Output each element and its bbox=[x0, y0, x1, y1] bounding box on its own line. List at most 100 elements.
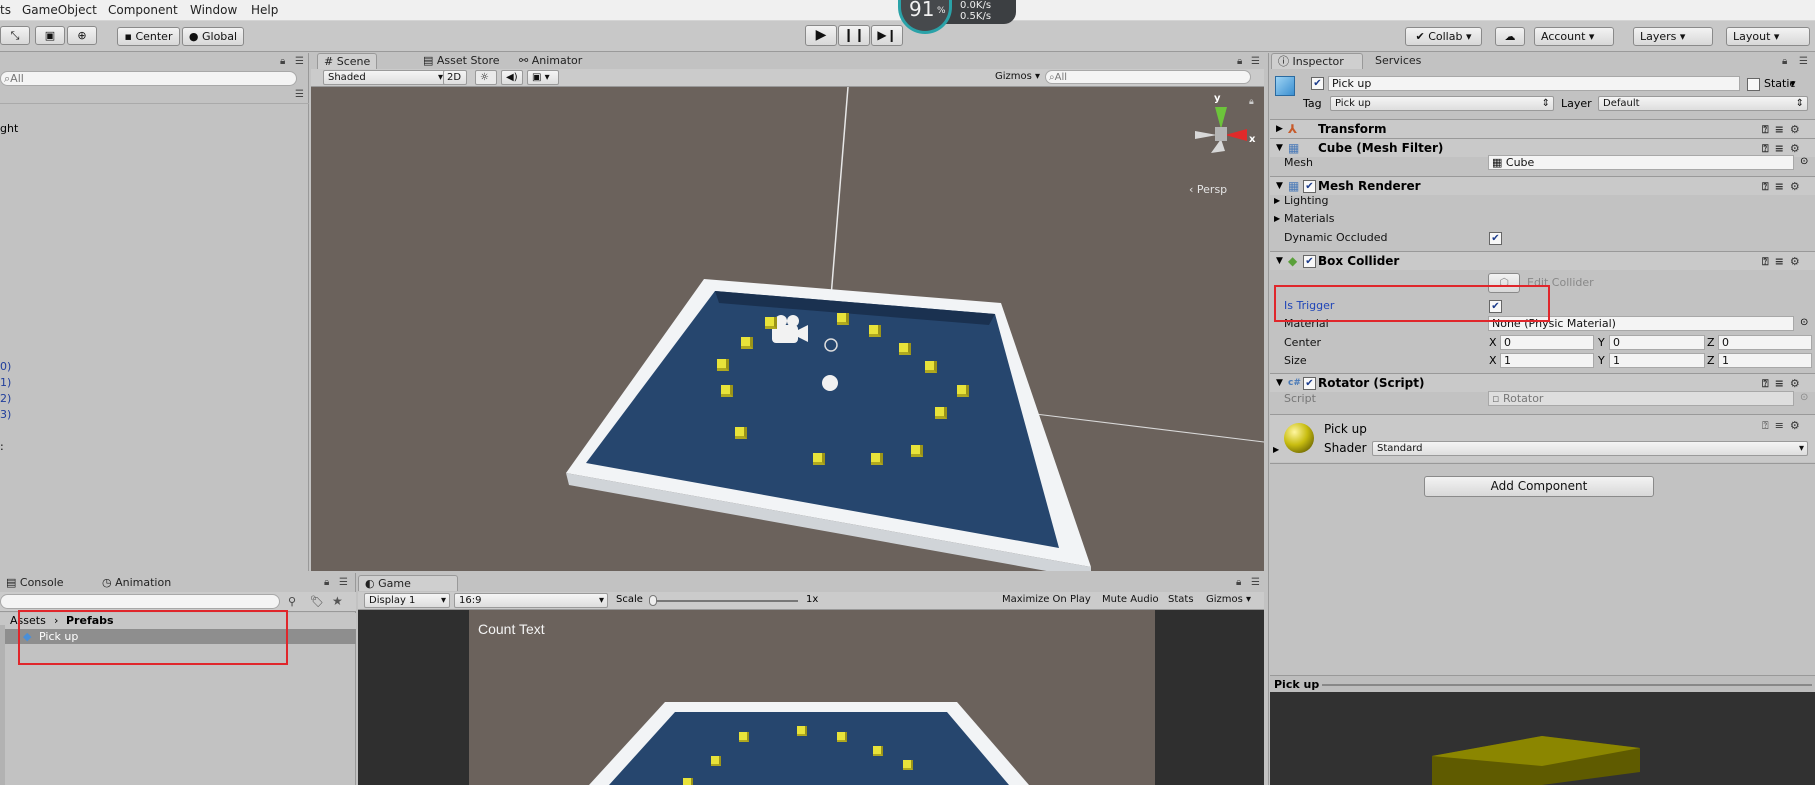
tab-animation[interactable]: ◷ Animation bbox=[96, 575, 177, 591]
foldout-right-icon[interactable]: ▶ bbox=[1276, 120, 1283, 138]
foldout-down-icon[interactable]: ▼ bbox=[1276, 252, 1283, 270]
pause-button[interactable]: ❙❙ bbox=[838, 25, 870, 46]
pickup-cube[interactable] bbox=[837, 313, 849, 325]
maximize-on-play-toggle[interactable]: Maximize On Play bbox=[998, 593, 1096, 608]
game-lock-icon[interactable]: 🔒︎ bbox=[1236, 577, 1241, 588]
pickup-cube[interactable] bbox=[721, 385, 733, 397]
filter-label-icon[interactable]: 🏷︎ bbox=[310, 595, 324, 608]
rotator-enabled-checkbox[interactable]: ✔ bbox=[1303, 377, 1316, 390]
size-z-field[interactable]: 1 bbox=[1718, 353, 1812, 368]
lighting-toggle-icon[interactable]: ☼ bbox=[475, 70, 497, 85]
scale-slider-handle[interactable] bbox=[649, 595, 657, 606]
game-viewport[interactable]: Count Text bbox=[469, 610, 1155, 785]
box-collider-enabled-checkbox[interactable]: ✔ bbox=[1303, 255, 1316, 268]
pickup-cube[interactable] bbox=[717, 359, 729, 371]
collab-dropdown[interactable]: ✔ Collab ▾ bbox=[1405, 27, 1482, 46]
pickup-cube[interactable] bbox=[735, 427, 747, 439]
hierarchy-item-1[interactable]: 1) bbox=[0, 376, 11, 389]
material-header-icons[interactable]: ⍰≡⚙ bbox=[1762, 419, 1806, 433]
inspector-lock-icon[interactable]: 🔒︎ bbox=[1782, 56, 1787, 67]
audio-toggle-icon[interactable]: ◀) bbox=[501, 70, 523, 85]
scene-gizmos-dropdown[interactable]: Gizmos ▾ bbox=[991, 70, 1043, 85]
pickup-cube[interactable] bbox=[957, 385, 969, 397]
project-search[interactable] bbox=[0, 594, 280, 609]
hierarchy-menu-icon[interactable]: ☰ bbox=[295, 89, 304, 100]
scene-lock-icon[interactable]: 🔒︎ bbox=[1237, 56, 1242, 67]
layers-dropdown[interactable]: Layers ▾ bbox=[1633, 27, 1713, 46]
center-y-field[interactable]: 0 bbox=[1609, 335, 1705, 350]
pivot-toggle[interactable]: ▪ Center bbox=[117, 27, 180, 46]
scene-viewport[interactable]: y x 🔒︎ ‹ Persp bbox=[311, 87, 1264, 571]
favorite-star-icon[interactable]: ★ bbox=[332, 594, 343, 608]
tab-asset-store[interactable]: ▤ Asset Store bbox=[417, 53, 506, 69]
tab-services[interactable]: Services bbox=[1369, 53, 1427, 69]
center-x-field[interactable]: 0 bbox=[1500, 335, 1594, 350]
step-button[interactable]: ▶❙ bbox=[871, 25, 903, 46]
menu-window[interactable]: Window bbox=[190, 3, 237, 17]
foldout-down-icon[interactable]: ▼ bbox=[1276, 177, 1283, 195]
project-lock-icon[interactable]: 🔒︎ bbox=[324, 577, 329, 588]
panel-menu-icon[interactable]: ☰ bbox=[295, 56, 304, 67]
size-x-field[interactable]: 1 bbox=[1500, 353, 1594, 368]
stats-toggle[interactable]: Stats bbox=[1164, 593, 1198, 608]
pickup-cube[interactable] bbox=[813, 453, 825, 465]
component-header-icons[interactable]: ⍰≡⚙ bbox=[1762, 253, 1806, 271]
pickup-cube[interactable] bbox=[765, 317, 777, 329]
tab-animator[interactable]: ⚯ Animator bbox=[513, 53, 588, 69]
menu-gameobject[interactable]: GameObject bbox=[22, 3, 97, 17]
aspect-dropdown[interactable]: 16:9 ▾ bbox=[454, 593, 608, 608]
material-foldout-icon[interactable]: ▶ bbox=[1273, 445, 1279, 454]
pickup-cube[interactable] bbox=[869, 325, 881, 337]
scale-tool-icon[interactable]: ⤡ bbox=[0, 26, 30, 45]
rect-tool-icon[interactable]: ▣ bbox=[35, 26, 65, 45]
game-gizmos-dropdown[interactable]: Gizmos ▾ bbox=[1202, 593, 1260, 608]
hierarchy-item-light[interactable]: ght bbox=[0, 122, 18, 135]
menu-tools[interactable]: ts bbox=[0, 3, 11, 17]
display-dropdown[interactable]: Display 1 ▾ bbox=[364, 593, 450, 608]
materials-label[interactable]: Materials bbox=[1284, 212, 1334, 225]
persp-label[interactable]: ‹ Persp bbox=[1189, 183, 1227, 196]
effects-dropdown-icon[interactable]: ▣ ▾ bbox=[527, 70, 559, 85]
hierarchy-item-3[interactable]: 3) bbox=[0, 408, 11, 421]
hierarchy-item-2[interactable]: 2) bbox=[0, 392, 11, 405]
size-y-field[interactable]: 1 bbox=[1609, 353, 1705, 368]
pickup-cube[interactable] bbox=[935, 407, 947, 419]
space-toggle[interactable]: ● Global bbox=[182, 27, 244, 46]
center-z-field[interactable]: 0 bbox=[1718, 335, 1812, 350]
project-menu-icon[interactable]: ☰ bbox=[339, 577, 348, 588]
box-collider-header[interactable]: ▼ ◆ ✔ Box Collider ⍰≡⚙ bbox=[1270, 251, 1815, 270]
pickup-cube[interactable] bbox=[741, 337, 753, 349]
preview-viewport[interactable] bbox=[1270, 692, 1815, 785]
mute-audio-toggle[interactable]: Mute Audio bbox=[1098, 593, 1162, 608]
lighting-foldout-icon[interactable]: ▶ bbox=[1274, 196, 1280, 205]
materials-foldout-icon[interactable]: ▶ bbox=[1274, 214, 1280, 223]
tab-game[interactable]: ◐ Game bbox=[358, 575, 458, 591]
scene-search[interactable]: ⌕All bbox=[1045, 70, 1251, 84]
object-picker-icon[interactable]: ⊙ bbox=[1800, 317, 1808, 328]
preview-drag-handle[interactable] bbox=[1322, 684, 1812, 686]
account-dropdown[interactable]: Account ▾ bbox=[1534, 27, 1614, 46]
foldout-down-icon[interactable]: ▼ bbox=[1276, 139, 1283, 157]
play-button[interactable]: ▶ bbox=[805, 25, 837, 46]
menu-component[interactable]: Component bbox=[108, 3, 178, 17]
menu-help[interactable]: Help bbox=[251, 3, 278, 17]
dynamic-occluded-checkbox[interactable]: ✔ bbox=[1489, 232, 1502, 245]
add-component-button[interactable]: Add Component bbox=[1424, 476, 1654, 497]
active-checkbox[interactable]: ✔ bbox=[1311, 77, 1324, 90]
foldout-down-icon[interactable]: ▼ bbox=[1276, 374, 1283, 392]
layer-dropdown[interactable]: Default ⇕ bbox=[1598, 96, 1808, 111]
transform-header[interactable]: ▶ ⅄ Transform ⍰≡⚙ bbox=[1270, 119, 1815, 138]
lighting-label[interactable]: Lighting bbox=[1284, 194, 1328, 207]
scene-menu-icon[interactable]: ☰ bbox=[1251, 56, 1260, 67]
hierarchy-search[interactable]: ⌕All bbox=[0, 71, 297, 86]
scale-slider[interactable] bbox=[650, 600, 798, 602]
object-picker-icon[interactable]: ⊙ bbox=[1800, 156, 1808, 167]
cloud-icon[interactable]: ☁ bbox=[1495, 27, 1525, 46]
layout-dropdown[interactable]: Layout ▾ bbox=[1726, 27, 1810, 46]
pickup-cube[interactable] bbox=[925, 361, 937, 373]
preview-header[interactable]: Pick up bbox=[1270, 675, 1815, 692]
tab-inspector[interactable]: ⓘ Inspector bbox=[1271, 53, 1363, 69]
hierarchy-item-0[interactable]: 0) bbox=[0, 360, 11, 373]
rotator-header[interactable]: ▼ c# ✔ Rotator (Script) ⍰≡⚙ bbox=[1270, 373, 1815, 392]
gizmo-lock-icon[interactable]: 🔒︎ bbox=[1249, 97, 1254, 107]
